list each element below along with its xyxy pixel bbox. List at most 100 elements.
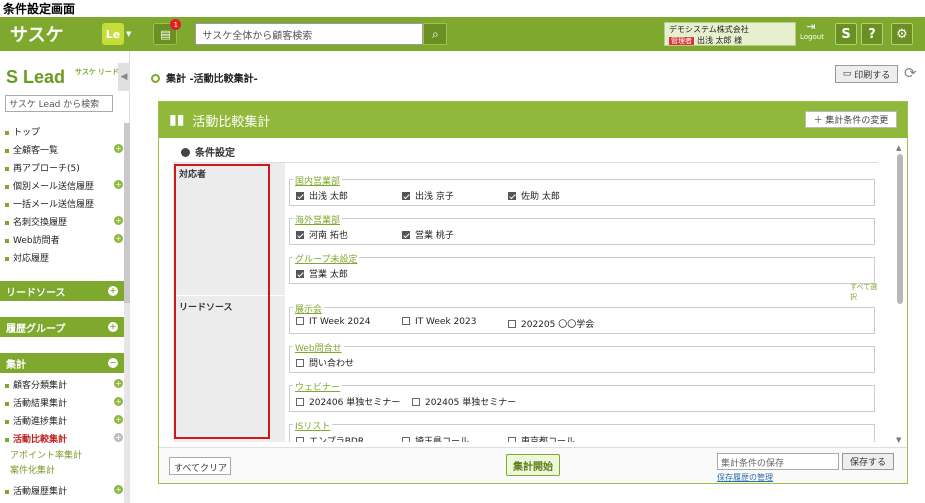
- checkbox[interactable]: [296, 231, 304, 239]
- plus-icon[interactable]: +: [114, 180, 123, 189]
- checkbox-item[interactable]: 東京都コール: [508, 434, 575, 442]
- checkbox-item[interactable]: IT Week 2023: [402, 317, 476, 327]
- sidebar-item[interactable]: 全顧客一覧 +: [5, 143, 123, 156]
- plus-icon[interactable]: +: [114, 216, 123, 225]
- global-search-input[interactable]: サスケ全体から顧客検索: [195, 23, 424, 45]
- sidebar-item[interactable]: 対応履歴: [5, 251, 123, 264]
- checkbox[interactable]: [508, 320, 516, 328]
- start-aggregation-button[interactable]: 集計開始: [506, 454, 560, 476]
- sidebar-item[interactable]: トップ: [5, 125, 123, 138]
- app-logo[interactable]: サスケ: [10, 21, 90, 47]
- plus-icon[interactable]: +: [108, 322, 118, 332]
- group-title-link[interactable]: ウェビナー: [293, 380, 343, 393]
- plus-icon[interactable]: +: [114, 234, 123, 243]
- sidebar-search-input[interactable]: サスケ Lead から検索: [5, 95, 113, 112]
- plus-icon[interactable]: +: [114, 397, 123, 406]
- sidebar-item[interactable]: Web訪問者 +: [5, 233, 123, 246]
- plus-icon[interactable]: +: [114, 415, 123, 424]
- help-button[interactable]: ?: [861, 23, 883, 45]
- sidebar-item-activity-history[interactable]: 活動履歴集計 +: [5, 484, 123, 497]
- plus-icon[interactable]: +: [114, 379, 123, 388]
- checkbox-item[interactable]: エンプラBDR: [296, 434, 364, 442]
- sidebar-item[interactable]: 個別メール送信履歴 +: [5, 179, 123, 192]
- sidebar-scroll-thumb[interactable]: [124, 123, 130, 303]
- save-history-link[interactable]: 保存履歴の管理: [717, 472, 773, 483]
- collapse-sidebar-button[interactable]: ◀: [118, 63, 130, 91]
- checkbox-item[interactable]: 出浅 太郎: [296, 189, 348, 202]
- minus-icon[interactable]: −: [108, 358, 118, 368]
- checkbox-item[interactable]: 河南 拓也: [296, 228, 348, 241]
- sidebar-item[interactable]: 再アプローチ(5): [5, 161, 123, 174]
- sidebar-scrollbar[interactable]: [124, 123, 130, 503]
- plus-icon[interactable]: +: [114, 433, 123, 442]
- lead-logo[interactable]: S Lead サスケ リード: [6, 67, 119, 88]
- search-icon: ⌕: [432, 26, 439, 41]
- bullet-icon: [5, 184, 9, 189]
- save-conditions-input[interactable]: 集計条件の保存: [717, 453, 839, 470]
- notification-button[interactable]: ▤ 1: [153, 19, 182, 45]
- sidebar-agg-item[interactable]: 顧客分類集計 +: [5, 378, 123, 391]
- form-scrollbar[interactable]: ▲ ▼: [896, 144, 904, 444]
- group-title-link[interactable]: 海外営業部: [293, 213, 343, 226]
- clear-all-button[interactable]: すべてクリア: [169, 457, 231, 475]
- scroll-down-icon[interactable]: ▼: [896, 436, 901, 444]
- checkbox[interactable]: [296, 192, 304, 200]
- checkbox-item[interactable]: 202405 単独セミナー: [412, 395, 516, 408]
- group-title-link[interactable]: ISリスト: [293, 419, 333, 432]
- checkbox[interactable]: [508, 437, 516, 442]
- checkbox-item[interactable]: 埼玉県コール: [402, 434, 469, 442]
- checkbox[interactable]: [508, 192, 516, 200]
- chevron-down-icon[interactable]: ▼: [126, 30, 131, 38]
- group-title-link[interactable]: グループ未設定: [293, 252, 360, 265]
- checkbox[interactable]: [296, 437, 304, 442]
- checkbox[interactable]: [412, 398, 420, 406]
- group-title-link[interactable]: 国内営業部: [293, 174, 343, 187]
- search-button[interactable]: ⌕: [423, 23, 448, 45]
- checkbox-item[interactable]: 佐助 太郎: [508, 189, 560, 202]
- sidebar-agg-item[interactable]: 活動比較集計 +: [5, 432, 123, 445]
- sidebar-agg-item[interactable]: 活動結果集計 +: [5, 396, 123, 409]
- checkbox-item[interactable]: 202205 〇〇学会: [508, 317, 594, 330]
- scroll-up-icon[interactable]: ▲: [896, 144, 901, 152]
- checkbox[interactable]: [296, 359, 304, 367]
- sidebar-section[interactable]: リードソース +: [0, 281, 124, 301]
- checkbox[interactable]: [402, 437, 410, 442]
- checkbox[interactable]: [402, 192, 410, 200]
- sidebar-sub-label: 案件化集計: [10, 466, 56, 476]
- checkbox-item[interactable]: 営業 桃子: [402, 228, 454, 241]
- group-title-link[interactable]: Web問合せ: [293, 341, 344, 354]
- sidebar-section[interactable]: 集計 −: [0, 353, 124, 373]
- sidebar-section[interactable]: 履歴グループ +: [0, 317, 124, 337]
- checkbox-item[interactable]: 202406 単独セミナー: [296, 395, 400, 408]
- print-button[interactable]: ▭ 印刷する: [835, 65, 898, 83]
- le-switch-button[interactable]: Le: [102, 23, 124, 45]
- checkbox[interactable]: [296, 270, 304, 278]
- form-scroll-thumb[interactable]: [897, 154, 903, 304]
- sidebar-sub-item[interactable]: アポイント率集計: [10, 448, 128, 461]
- sidebar-item[interactable]: 名刺交換履歴 +: [5, 215, 123, 228]
- refresh-icon[interactable]: ⟳: [904, 64, 917, 82]
- sasuke-button[interactable]: S: [835, 23, 857, 45]
- change-conditions-button[interactable]: ＋ 集計条件の変更: [805, 111, 897, 128]
- checkbox-item[interactable]: 営業 太郎: [296, 267, 348, 280]
- plus-icon[interactable]: +: [114, 144, 123, 153]
- checkbox-item[interactable]: 問い合わせ: [296, 356, 354, 369]
- bullet-icon: [5, 202, 9, 207]
- plus-icon[interactable]: +: [114, 485, 123, 494]
- user-name: 出浅 太郎 様: [697, 36, 743, 45]
- settings-button[interactable]: ⚙: [891, 23, 913, 45]
- sidebar-agg-item[interactable]: 活動進捗集計 +: [5, 414, 123, 427]
- group-title-link[interactable]: 展示会: [293, 302, 325, 315]
- plus-icon[interactable]: +: [108, 286, 118, 296]
- sidebar-sub-item[interactable]: 案件化集計: [10, 463, 128, 476]
- checkbox-item[interactable]: 出浅 京子: [402, 189, 454, 202]
- checkbox[interactable]: [296, 398, 304, 406]
- select-all-link[interactable]: すべて選択: [850, 282, 878, 302]
- sidebar-item[interactable]: 一括メール送信履歴: [5, 197, 123, 210]
- checkbox[interactable]: [296, 317, 304, 325]
- checkbox[interactable]: [402, 317, 410, 325]
- checkbox[interactable]: [402, 231, 410, 239]
- save-button[interactable]: 保存する: [842, 453, 894, 470]
- logout-button[interactable]: ⇥ Logout: [800, 21, 824, 46]
- checkbox-item[interactable]: IT Week 2024: [296, 317, 370, 327]
